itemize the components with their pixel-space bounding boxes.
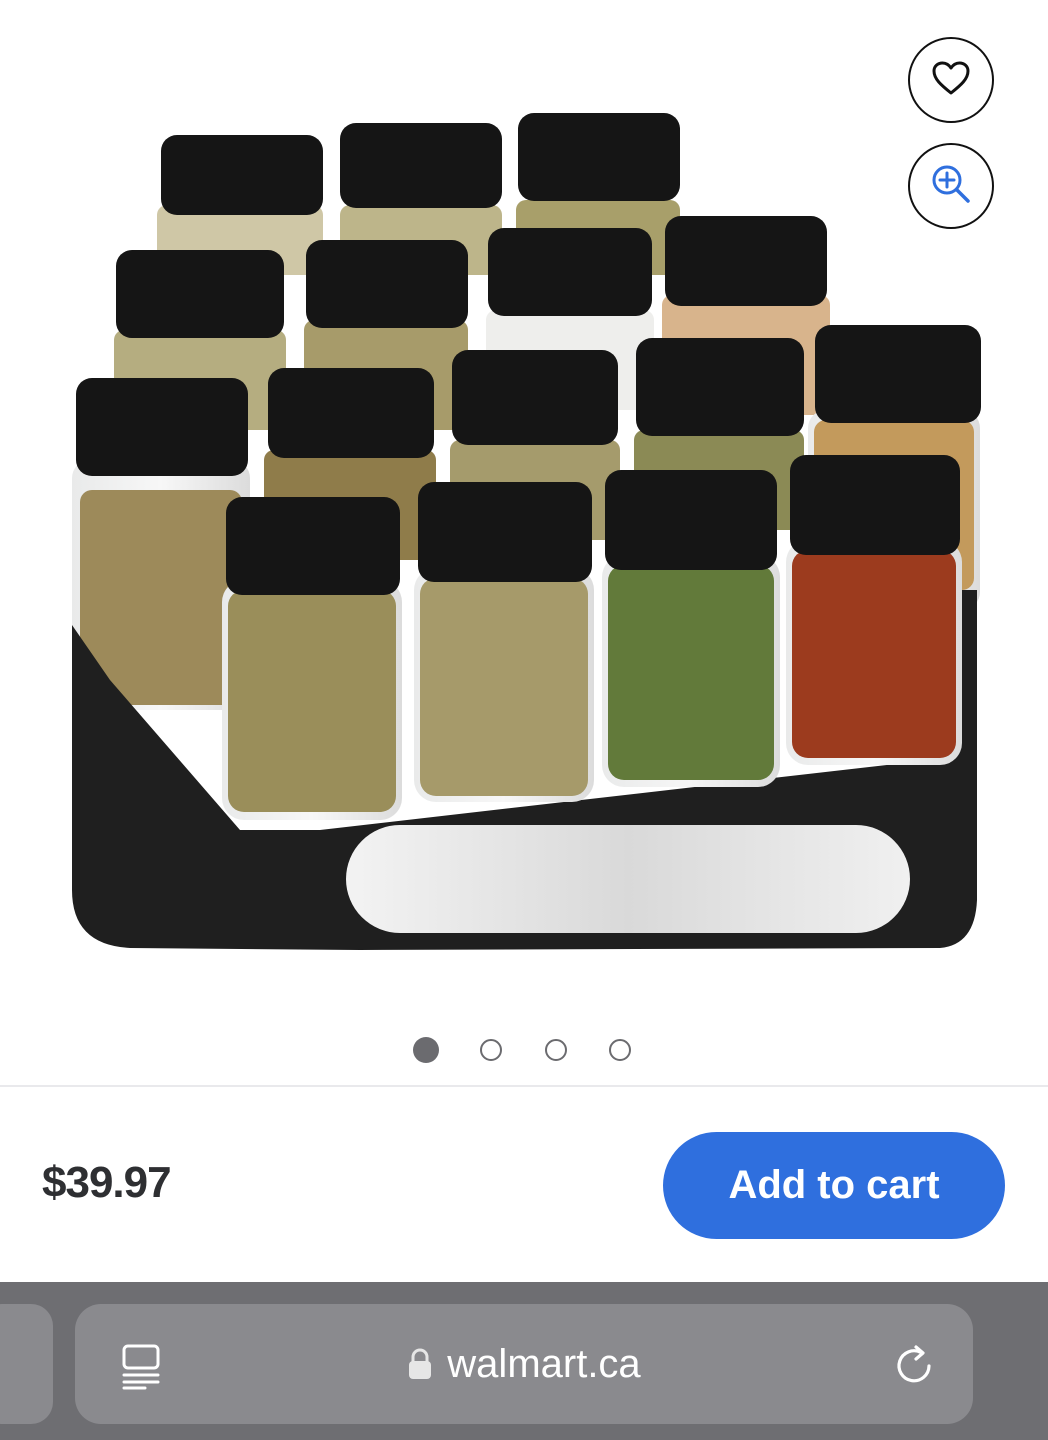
divider [0,1085,1048,1087]
previous-tab[interactable] [0,1304,53,1424]
address-bar[interactable]: walmart.ca [75,1304,973,1424]
product-page: $39.97 Add to cart walmart.ca [0,0,1048,1440]
reload-icon[interactable] [891,1342,939,1395]
url-text: walmart.ca [447,1341,641,1386]
product-price: $39.97 [42,1158,172,1207]
product-image-carousel[interactable] [0,0,1048,1000]
browser-toolbar: walmart.ca [0,1282,1048,1440]
heart-icon [931,60,971,101]
carousel-dot-1[interactable] [413,1037,439,1063]
add-to-cart-button[interactable]: Add to cart [663,1132,1005,1239]
carousel-dot-3[interactable] [545,1039,567,1061]
zoom-in-icon [929,162,973,211]
zoom-button[interactable] [908,143,994,229]
carousel-dot-2[interactable] [480,1039,502,1061]
favorite-button[interactable] [908,37,994,123]
carousel-pagination [0,1037,1048,1065]
carousel-dot-4[interactable] [609,1039,631,1061]
lock-icon [407,1347,433,1381]
product-image [72,113,981,950]
